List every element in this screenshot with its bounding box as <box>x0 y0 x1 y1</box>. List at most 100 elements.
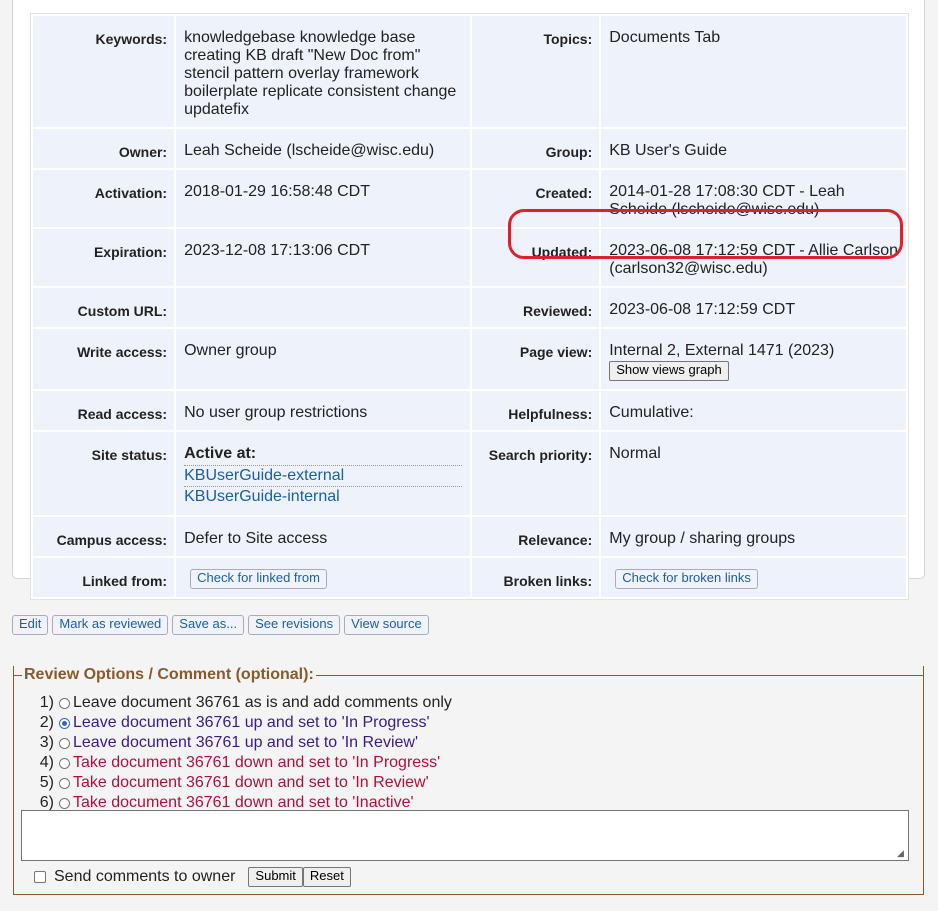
site-list: KBUserGuide-external KBUserGuide-internal <box>184 465 462 507</box>
field-value-text: Active at: <box>184 445 257 462</box>
field-value: No user group restrictions <box>176 391 470 430</box>
field-label-text: Search priority: <box>488 447 593 463</box>
field-value-text: Documents Tab <box>609 29 721 46</box>
field-value: Owner group <box>176 329 470 389</box>
field-value: 2023-06-08 17:12:59 CDT <box>601 288 906 327</box>
field-label: Reviewed: <box>471 288 600 327</box>
review-option-label: Take document 36761 down and set to 'In … <box>73 774 429 791</box>
field-label-text: Page view: <box>519 344 593 360</box>
field-value-text: 2014-01-28 17:08:30 CDT - Leah Scheide (… <box>609 183 845 218</box>
field-label-text: Site status: <box>91 447 168 463</box>
field-value: KB User's Guide <box>601 129 906 168</box>
review-option[interactable]: 4) Take document 36761 down and set to 'I… <box>30 753 452 773</box>
review-option-number: 3) <box>39 734 54 751</box>
field-label: Campus access: <box>33 517 175 556</box>
field-value: 2014-01-28 17:08:30 CDT - Leah Scheide (… <box>601 170 906 227</box>
radio-button[interactable] <box>59 757 70 769</box>
field-value: 2023-06-08 17:12:59 CDT - Allie Carlson … <box>601 229 906 286</box>
field-value-text: 2018-01-29 16:58:48 CDT <box>184 183 370 200</box>
field-value <box>176 288 470 327</box>
field-label-text: Reviewed: <box>522 303 593 319</box>
field-label: Expiration: <box>33 229 175 286</box>
check-linked-from-button[interactable]: Check for linked from <box>190 569 327 589</box>
resize-grip-icon[interactable]: ◢ <box>897 849 919 891</box>
see-revisions-button[interactable]: See revisions <box>248 615 341 635</box>
edit-button[interactable]: Edit <box>12 615 49 635</box>
metadata-row: Expiration: 2023-12-08 17:13:06 CDT Update… <box>33 229 906 286</box>
field-label: Topics: <box>471 16 600 127</box>
field-value: My group / sharing groups <box>601 517 906 556</box>
save-as-button[interactable]: Save as... <box>172 615 245 635</box>
metadata-row: Owner: Leah Scheide (lscheide@wisc.edu) Gr… <box>33 129 906 168</box>
field-label: Relevance: <box>471 517 600 556</box>
send-comments-label: Send comments to owner <box>54 868 236 885</box>
site-link[interactable]: KBUserGuide-external <box>184 467 462 485</box>
metadata-row: Write access: Owner group Page view: Intern… <box>33 329 906 389</box>
review-option[interactable]: 2) Leave document 36761 up and set to 'In… <box>30 713 452 733</box>
field-label-text: Keywords: <box>95 31 168 47</box>
send-comments-checkbox[interactable] <box>34 871 46 883</box>
field-value-text: Leah Scheide (lscheide@wisc.edu) <box>184 142 435 159</box>
comment-textarea[interactable] <box>21 810 909 861</box>
field-label: Write access: <box>33 329 175 389</box>
document-info-panel: Keywords: knowledgebase knowledge base cr… <box>12 0 925 600</box>
field-label: Page view: <box>471 329 600 389</box>
field-value: Cumulative: <box>601 391 906 430</box>
field-value-text: Normal <box>609 445 661 462</box>
reset-button[interactable]: Reset <box>302 867 351 887</box>
review-option[interactable]: 3) Leave document 36761 up and set to 'In… <box>30 733 452 753</box>
radio-button[interactable] <box>59 777 70 789</box>
review-submit-row: Send comments to owner Submit Reset <box>34 867 351 887</box>
field-label: Helpfulness: <box>471 391 600 430</box>
review-option-number: 2) <box>39 714 54 731</box>
field-label: Activation: <box>33 170 175 227</box>
field-label: Read access: <box>33 391 175 430</box>
review-option-label: Leave document 36761 up and set to 'In P… <box>73 714 430 731</box>
review-option-number: 4) <box>39 754 54 771</box>
metadata-row: Campus access: Defer to Site access Releva… <box>33 517 906 556</box>
review-option-number: 5) <box>39 774 54 791</box>
metadata-row: Read access: No user group restrictions He… <box>33 391 906 430</box>
view-source-button[interactable]: View source <box>344 615 429 635</box>
review-option-number: 1) <box>39 694 54 711</box>
field-value: Active at: KBUserGuide-external KBUserGuid… <box>176 432 470 515</box>
field-value-text: No user group restrictions <box>184 404 368 421</box>
field-value: Leah Scheide (lscheide@wisc.edu) <box>176 129 470 168</box>
field-label-text: Write access: <box>77 344 168 360</box>
field-label: Keywords: <box>33 16 175 127</box>
field-label-text: Helpfulness: <box>508 406 593 422</box>
field-label: Owner: <box>33 129 175 168</box>
review-options-list: 1) Leave document 36761 as is and add com… <box>30 693 452 813</box>
field-value: Check for broken links <box>601 558 906 597</box>
submit-button[interactable]: Submit <box>248 867 303 887</box>
document-actions-bar: Edit Mark as reviewed Save as... See rev… <box>12 615 429 635</box>
field-label: Linked from: <box>33 558 175 597</box>
radio-button-selected[interactable] <box>59 717 70 729</box>
radio-button[interactable] <box>59 797 70 809</box>
review-option[interactable]: 5) Take document 36761 down and set to 'I… <box>30 773 452 793</box>
field-label-text: Custom URL: <box>77 303 168 319</box>
check-broken-links-button[interactable]: Check for broken links <box>615 569 758 589</box>
field-label: Created: <box>471 170 600 227</box>
field-label-text: Read access: <box>77 406 168 422</box>
site-link[interactable]: KBUserGuide-internal <box>184 488 462 506</box>
field-label: Updated: <box>471 229 600 286</box>
radio-button[interactable] <box>59 737 70 749</box>
field-label: Search priority: <box>471 432 600 515</box>
review-options-fieldset: Review Options / Comment (optional): 1) L… <box>13 666 924 895</box>
field-value-text: 2023-06-08 17:12:59 CDT <box>609 301 796 318</box>
radio-button[interactable] <box>59 697 70 709</box>
metadata-row: Keywords: knowledgebase knowledge base cr… <box>33 16 906 127</box>
mark-as-reviewed-button[interactable]: Mark as reviewed <box>52 615 169 635</box>
metadata-row: Custom URL: Reviewed: 2023-06-08 17:12:59 … <box>33 288 906 327</box>
field-value: Documents Tab <box>601 16 906 127</box>
field-label-text: Relevance: <box>518 532 593 548</box>
review-option[interactable]: 1) Leave document 36761 as is and add com… <box>30 693 452 713</box>
field-value-text: 2023-12-08 17:13:06 CDT <box>184 242 370 259</box>
field-label-text: Linked from: <box>82 573 168 589</box>
show-views-graph-button[interactable]: Show views graph <box>609 361 729 381</box>
field-label: Site status: <box>33 432 175 515</box>
field-label-text: Topics: <box>543 31 593 47</box>
field-label-text: Broken links: <box>503 573 593 589</box>
field-value: Defer to Site access <box>176 517 470 556</box>
